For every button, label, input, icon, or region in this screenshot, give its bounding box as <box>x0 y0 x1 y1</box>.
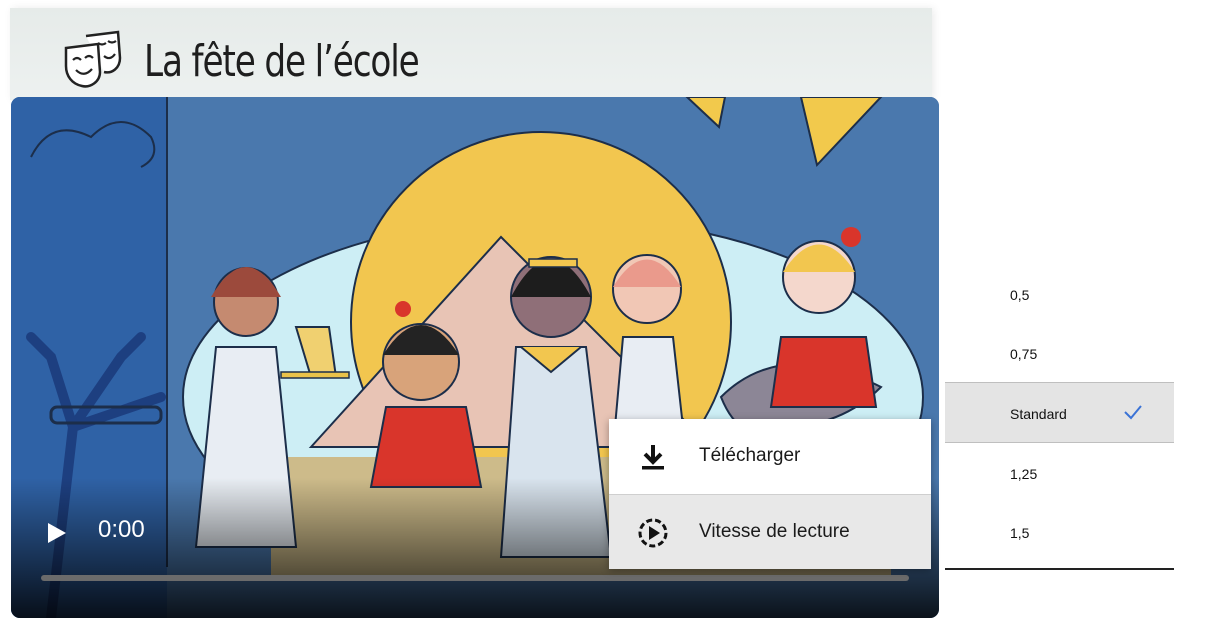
page-title: La fête de l’école <box>144 36 420 87</box>
player-settings-menu: Télécharger Vitesse de lecture <box>609 419 931 569</box>
play-icon[interactable] <box>44 521 68 545</box>
speed-option-label: 0,75 <box>1010 346 1038 362</box>
playback-speed-icon <box>638 518 668 548</box>
speed-option[interactable]: 0,5 <box>945 264 1174 323</box>
download-menu-item[interactable]: Télécharger <box>609 419 931 493</box>
speed-option-label: 1,5 <box>1010 525 1030 541</box>
playback-speed-menu-item[interactable]: Vitesse de lecture <box>609 494 931 569</box>
download-label: Télécharger <box>699 445 801 466</box>
speed-option[interactable]: 1,25 <box>945 443 1174 502</box>
speed-option-label: 0,5 <box>1010 287 1030 303</box>
playback-speed-label: Vitesse de lecture <box>699 521 850 542</box>
speed-option-selected[interactable]: Standard <box>945 382 1174 443</box>
download-icon <box>642 445 664 470</box>
page-header: La fête de l’école <box>10 8 932 100</box>
progress-bar[interactable] <box>41 575 909 581</box>
time-display: 0:00 <box>98 516 145 543</box>
playback-speed-list: 0,5 0,75 Standard 1,25 1,5 <box>945 264 1174 570</box>
speed-option-label: Standard <box>1010 406 1067 422</box>
speed-option-label: 1,25 <box>1010 466 1038 482</box>
check-icon <box>1124 405 1142 420</box>
theater-masks-icon <box>64 30 122 88</box>
speed-option[interactable]: 1,5 <box>945 502 1174 561</box>
speed-option[interactable]: 0,75 <box>945 323 1174 382</box>
